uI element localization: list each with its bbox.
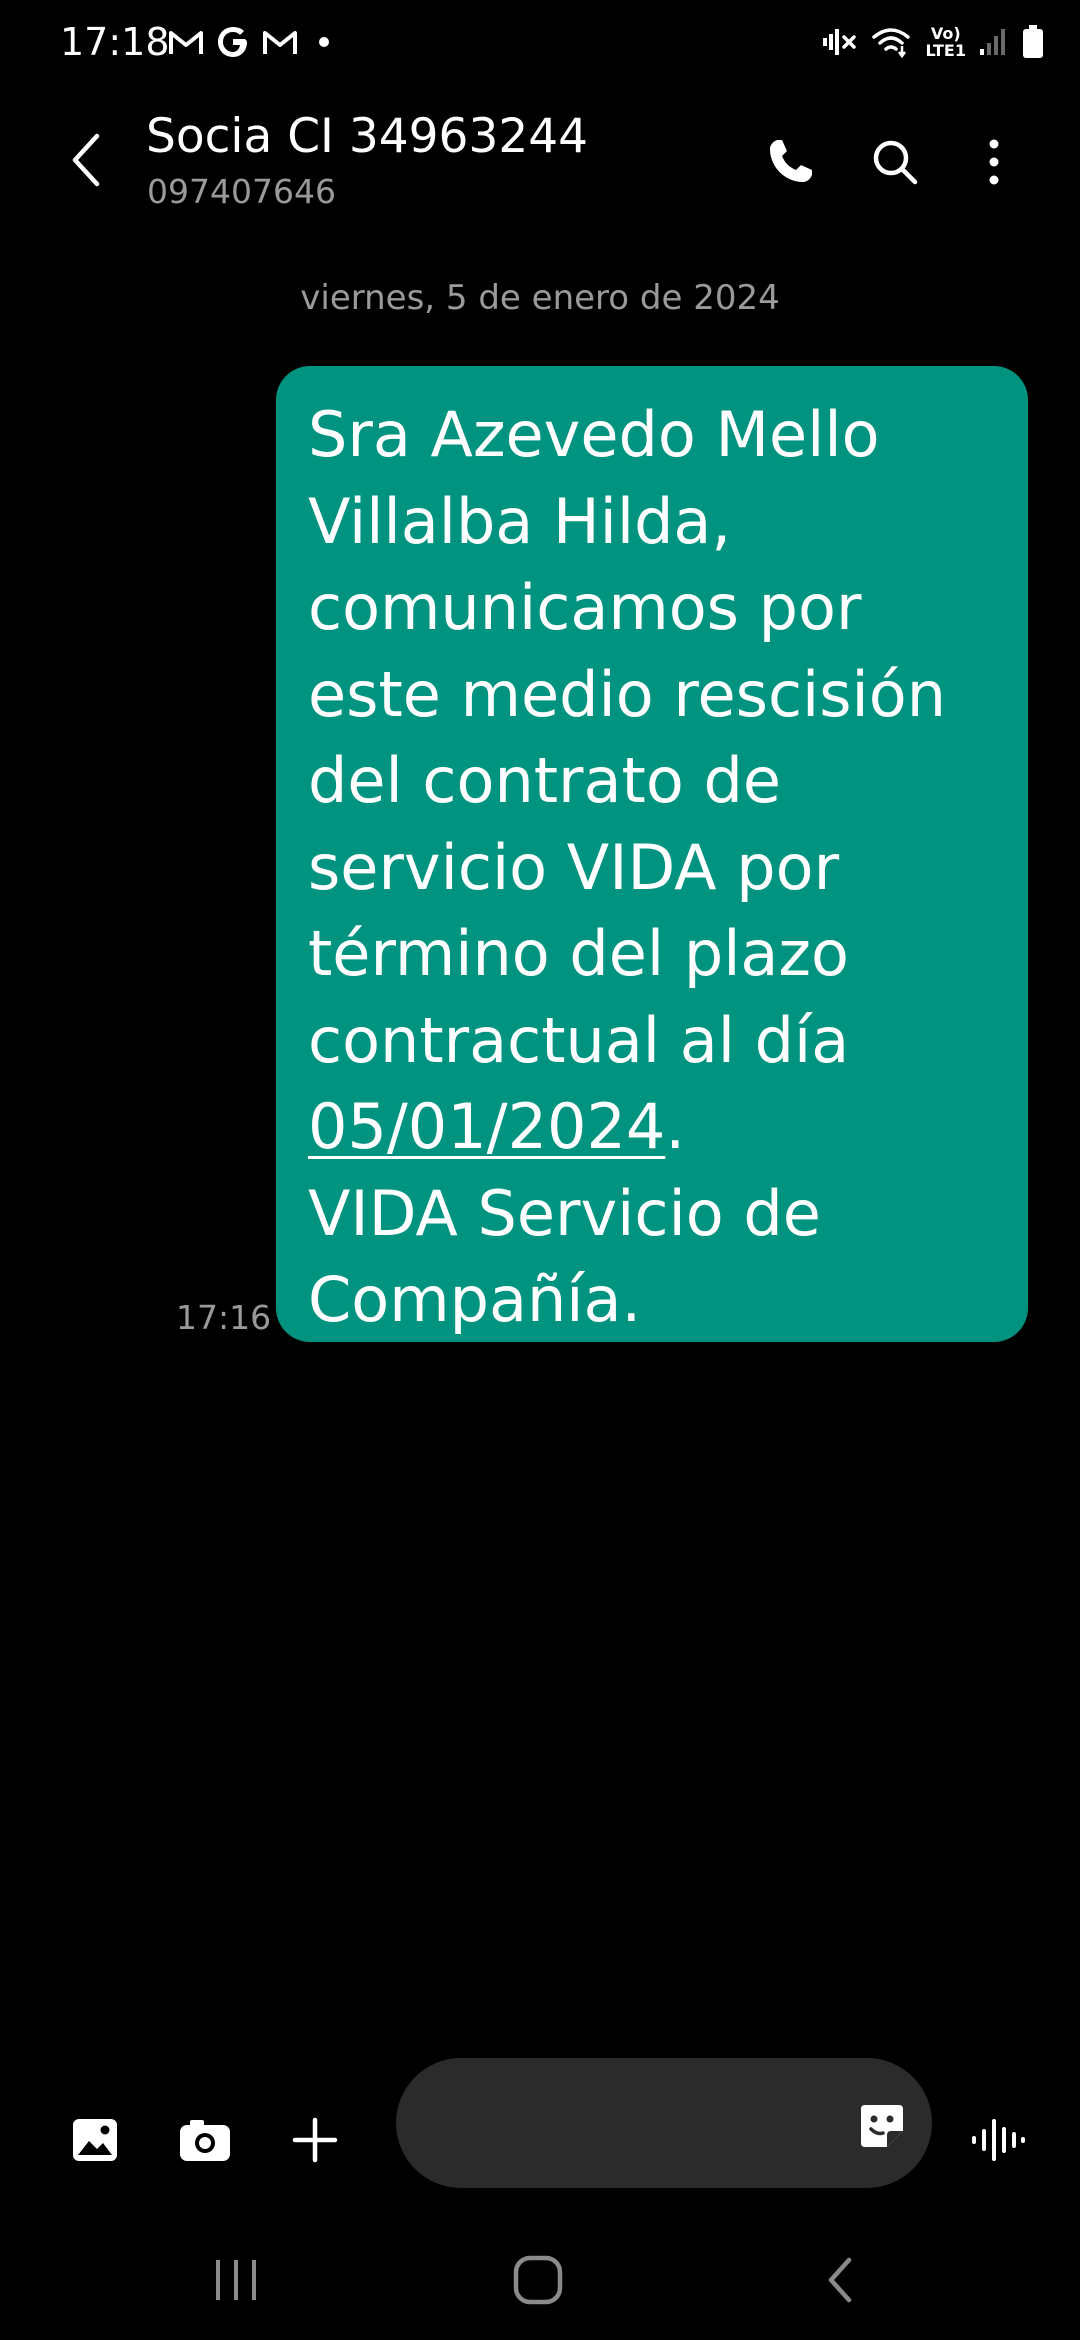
contact-name[interactable]: Socia CI 34963244 (146, 106, 588, 168)
date-link[interactable]: 05/01/2024 (308, 1090, 665, 1163)
sticker-icon (861, 2105, 903, 2147)
search-button[interactable] (857, 124, 933, 200)
message-line-date: 05/01/2024. (308, 1084, 998, 1171)
battery-icon (1022, 25, 1044, 59)
message-line: del contrato de (308, 744, 781, 817)
contact-number: 097407646 (147, 172, 336, 211)
plus-icon (292, 2117, 338, 2163)
google-icon (216, 14, 250, 70)
more-options-button[interactable] (956, 124, 1032, 200)
conversation-header: Socia CI 34963244 097407646 (0, 84, 1080, 244)
add-attachment-button[interactable] (275, 2100, 355, 2180)
message-line: Villalba Hilda, (308, 484, 732, 558)
message-line: VIDA Servicio de (308, 1176, 821, 1250)
message-bubble[interactable]: Sra Azevedo Mello Villalba Hilda, comuni… (276, 366, 1028, 1342)
navigation-bar (0, 2220, 1080, 2340)
camera-icon (180, 2120, 230, 2161)
recent-apps-button[interactable] (186, 2240, 286, 2320)
gmail-icon (262, 14, 298, 70)
home-button[interactable] (488, 2240, 588, 2320)
sticker-button[interactable] (854, 2098, 910, 2154)
message-line: Sra Azevedo Mello (308, 398, 880, 471)
wifi-icon (871, 25, 911, 59)
waveform-icon (972, 2119, 1025, 2161)
phone-icon (770, 140, 812, 182)
search-icon (873, 140, 918, 185)
date-separator: viernes, 5 de enero de 2024 (300, 278, 780, 318)
gallery-icon (73, 2119, 117, 2161)
dot-icon (318, 14, 330, 70)
message-line: comunicamos por (308, 571, 862, 644)
network-type-label: Vo) LTE1 (925, 25, 966, 59)
back-button[interactable] (56, 124, 116, 196)
composer-bar (0, 2050, 1080, 2230)
status-indicators: Vo) LTE1 (823, 14, 1044, 70)
camera-button[interactable] (165, 2100, 245, 2180)
status-time: 17:18 (60, 20, 170, 64)
message-line: contractual al día (308, 1003, 850, 1077)
call-button[interactable] (752, 124, 828, 200)
home-icon (513, 2255, 563, 2305)
back-arrow-icon (828, 2257, 852, 2303)
message-time: 17:16 (176, 1298, 272, 1337)
message-input-container[interactable] (396, 2058, 932, 2190)
more-vert-icon (989, 139, 999, 185)
gallery-button[interactable] (55, 2100, 135, 2180)
message-line: término del plazo (308, 917, 849, 990)
status-bar: 17:18 Vo) LTE1 (0, 0, 1080, 84)
chevron-left-icon (72, 133, 100, 187)
lte-label: LTE1 (925, 41, 966, 60)
message-line: Compañía. (308, 1263, 642, 1336)
date-suffix: . (665, 1090, 686, 1163)
volte-label: Vo) (930, 24, 961, 43)
message-line: servicio VIDA por (308, 830, 840, 904)
gmail-icon (168, 14, 204, 70)
mute-icon (823, 25, 857, 59)
message-input[interactable] (432, 2058, 836, 2190)
message-text: Sra Azevedo Mello Villalba Hilda, comuni… (308, 392, 998, 1344)
signal-icon (980, 27, 1008, 57)
recent-apps-icon (216, 2260, 256, 2300)
nav-back-button[interactable] (790, 2240, 890, 2320)
message-line: este medio rescisión (308, 657, 947, 731)
voice-record-button[interactable] (958, 2100, 1038, 2180)
